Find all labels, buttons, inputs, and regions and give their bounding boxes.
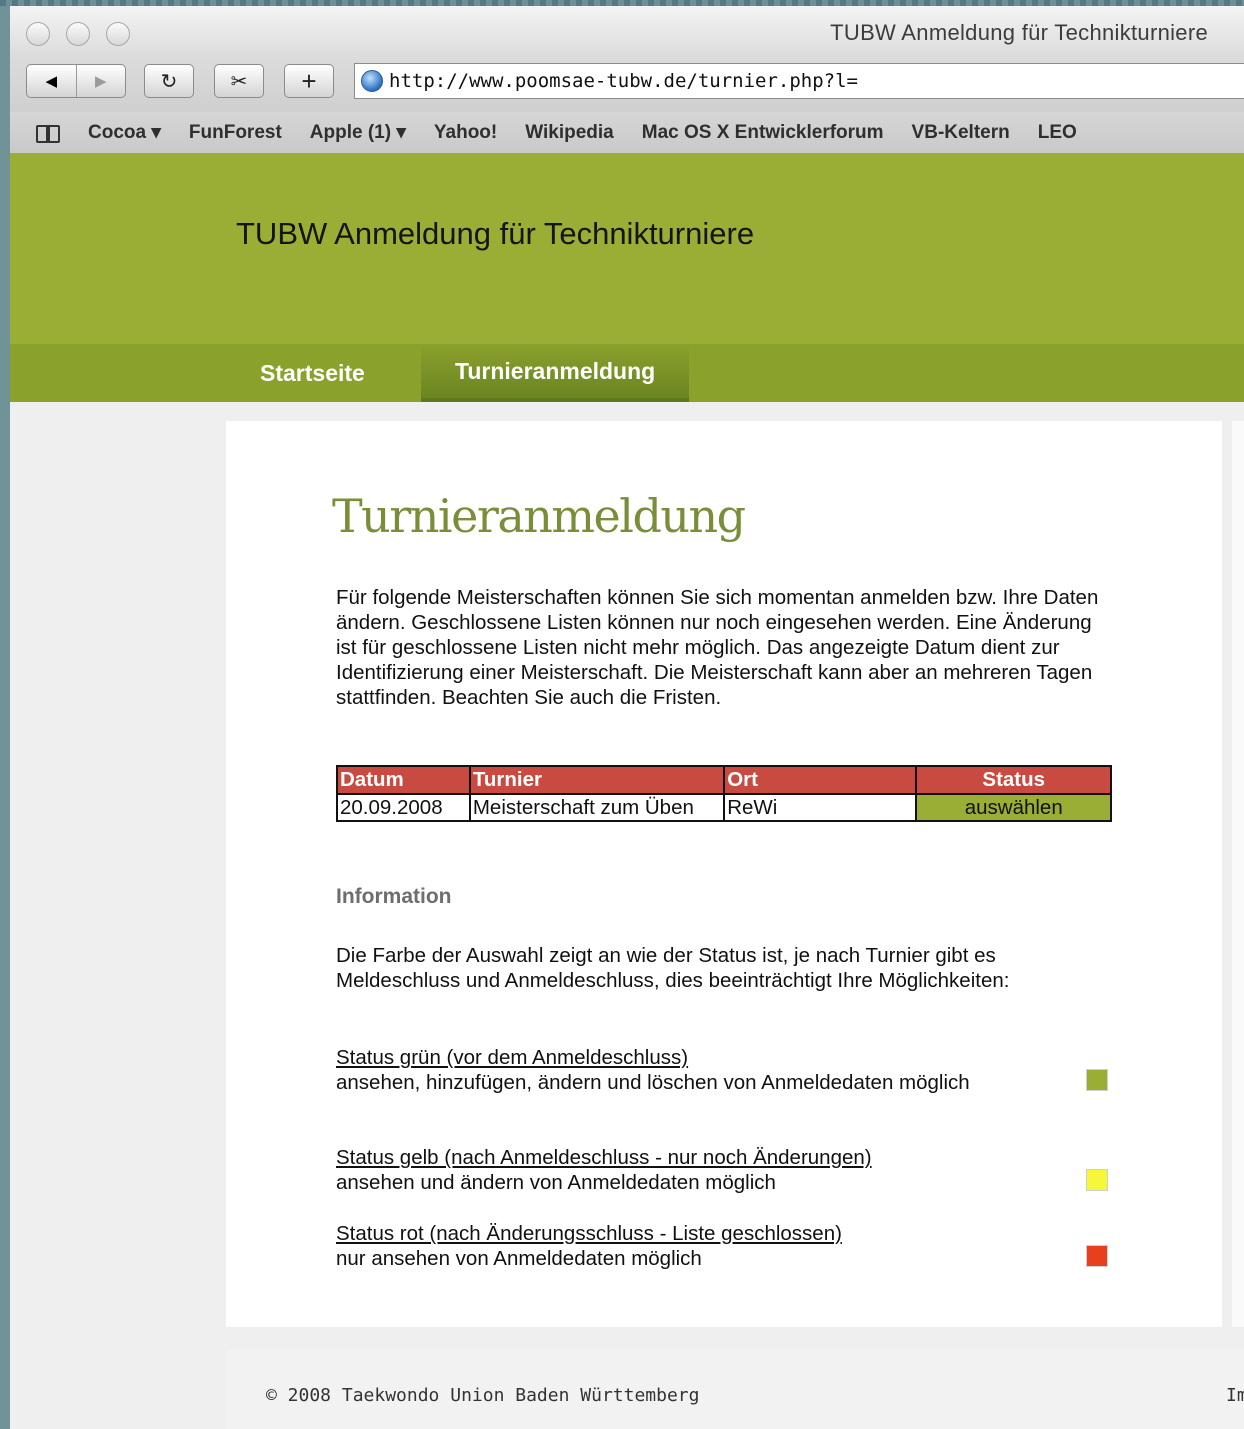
column-header-datum: Datum xyxy=(336,765,471,795)
plus-icon: + xyxy=(301,65,317,96)
back-button[interactable]: ◀ xyxy=(27,65,76,97)
bookmark-wikipedia[interactable]: Wikipedia xyxy=(525,122,614,144)
legend-description: ansehen und ändern von Anmeldedaten mögl… xyxy=(336,1171,776,1194)
browser-toolbar: ◀ ▶ ↻ ✂ + http://www.poomsae-tubw.de/tur… xyxy=(10,56,1244,112)
information-text: Die Farbe der Auswahl zeigt an wie der S… xyxy=(336,944,1010,992)
scissors-icon: ✂ xyxy=(230,70,248,93)
bookmark-leo[interactable]: LEO xyxy=(1038,122,1077,144)
status-select-link[interactable]: auswählen xyxy=(915,793,1112,822)
bookmark-vb-keltern[interactable]: VB-Keltern xyxy=(912,122,1010,144)
yellow-status-swatch xyxy=(1086,1169,1108,1191)
legend-green: Status grün (vor dem Anmeldeschluss) ans… xyxy=(336,1045,1116,1095)
back-forward-buttons: ◀ ▶ xyxy=(26,64,126,98)
title-bar: TUBW Anmeldung für Technikturniere xyxy=(10,6,1244,56)
column-header-status: Status xyxy=(915,765,1112,795)
legend-title: Status grün (vor dem Anmeldeschluss) xyxy=(336,1046,689,1069)
legend-title: Status rot (nach Änderungsschluss - List… xyxy=(336,1222,842,1245)
globe-icon xyxy=(361,70,383,92)
copyright-text: © 2008 Taekwondo Union Baden Württemberg xyxy=(266,1385,700,1406)
reload-icon: ↻ xyxy=(160,70,178,93)
bookmark-apple[interactable]: Apple (1) ▾ xyxy=(310,121,406,144)
nav-turnieranmeldung[interactable]: Turnieranmeldung xyxy=(421,344,690,402)
legend-description: ansehen, hinzufügen, ändern und löschen … xyxy=(336,1071,970,1094)
address-bar[interactable]: http://www.poomsae-tubw.de/turnier.php?l… xyxy=(354,63,1244,99)
browser-window: TUBW Anmeldung für Technikturniere ◀ ▶ ↻… xyxy=(10,6,1244,1429)
column-header-turnier: Turnier xyxy=(468,765,726,795)
forward-arrow-icon: ▶ xyxy=(94,73,107,90)
minimize-window-button[interactable] xyxy=(66,22,90,46)
cell-ort: ReWi xyxy=(723,793,918,822)
content-panel: Turnieranmeldung Für folgende Meistersch… xyxy=(226,421,1222,1327)
site-header: TUBW Anmeldung für Technikturniere xyxy=(10,154,1244,344)
legend-red: Status rot (nach Änderungsschluss - List… xyxy=(336,1221,1116,1271)
bookmark-macosx-forum[interactable]: Mac OS X Entwicklerforum xyxy=(642,122,884,144)
page-heading: Turnieranmeldung xyxy=(332,489,746,543)
site-navigation: Startseite Turnieranmeldung xyxy=(10,344,1244,402)
site-footer: © 2008 Taekwondo Union Baden Württemberg… xyxy=(226,1349,1244,1429)
add-bookmark-button[interactable]: + xyxy=(284,64,334,98)
bookmark-funforest[interactable]: FunForest xyxy=(189,122,282,144)
right-column-edge xyxy=(1232,421,1244,1327)
zoom-window-button[interactable] xyxy=(106,22,130,46)
legend-description: nur ansehen von Anmeldedaten möglich xyxy=(336,1247,702,1270)
green-status-swatch xyxy=(1086,1069,1108,1091)
bookmarks-bar: Cocoa ▾ FunForest Apple (1) ▾ Yahoo! Wik… xyxy=(10,112,1244,154)
cell-turnier: Meisterschaft zum Üben xyxy=(468,793,726,822)
red-status-swatch xyxy=(1086,1245,1108,1267)
reload-button[interactable]: ↻ xyxy=(144,64,194,98)
window-title: TUBW Anmeldung für Technikturniere xyxy=(830,20,1208,45)
cell-datum: 20.09.2008 xyxy=(336,793,471,822)
legend-title: Status gelb (nach Anmeldeschluss - nur n… xyxy=(336,1146,872,1169)
close-window-button[interactable] xyxy=(26,22,50,46)
column-header-ort: Ort xyxy=(723,765,918,795)
site-title: TUBW Anmeldung für Technikturniere xyxy=(236,216,755,251)
legend-yellow: Status gelb (nach Anmeldeschluss - nur n… xyxy=(336,1145,1116,1195)
bookmark-cocoa[interactable]: Cocoa ▾ xyxy=(88,121,161,144)
nav-startseite[interactable]: Startseite xyxy=(260,344,365,402)
tournament-table: Datum Turnier Ort Status 20.09.2008 Meis… xyxy=(336,765,1112,822)
bookmark-yahoo[interactable]: Yahoo! xyxy=(434,122,497,144)
footer-link-truncated[interactable]: Im xyxy=(1226,1385,1244,1406)
table-row: 20.09.2008 Meisterschaft zum Üben ReWi a… xyxy=(336,793,1112,822)
back-arrow-icon: ◀ xyxy=(45,73,58,90)
web-clip-button[interactable]: ✂ xyxy=(214,64,264,98)
information-heading: Information xyxy=(336,885,452,908)
url-text[interactable]: http://www.poomsae-tubw.de/turnier.php?l… xyxy=(389,70,858,92)
intro-paragraph: Für folgende Meisterschaften können Sie … xyxy=(336,586,1099,709)
book-icon[interactable] xyxy=(36,124,60,143)
table-header-row: Datum Turnier Ort Status xyxy=(336,765,1112,795)
web-page: TUBW Anmeldung für Technikturniere Start… xyxy=(10,154,1244,1429)
forward-button[interactable]: ▶ xyxy=(77,65,126,97)
